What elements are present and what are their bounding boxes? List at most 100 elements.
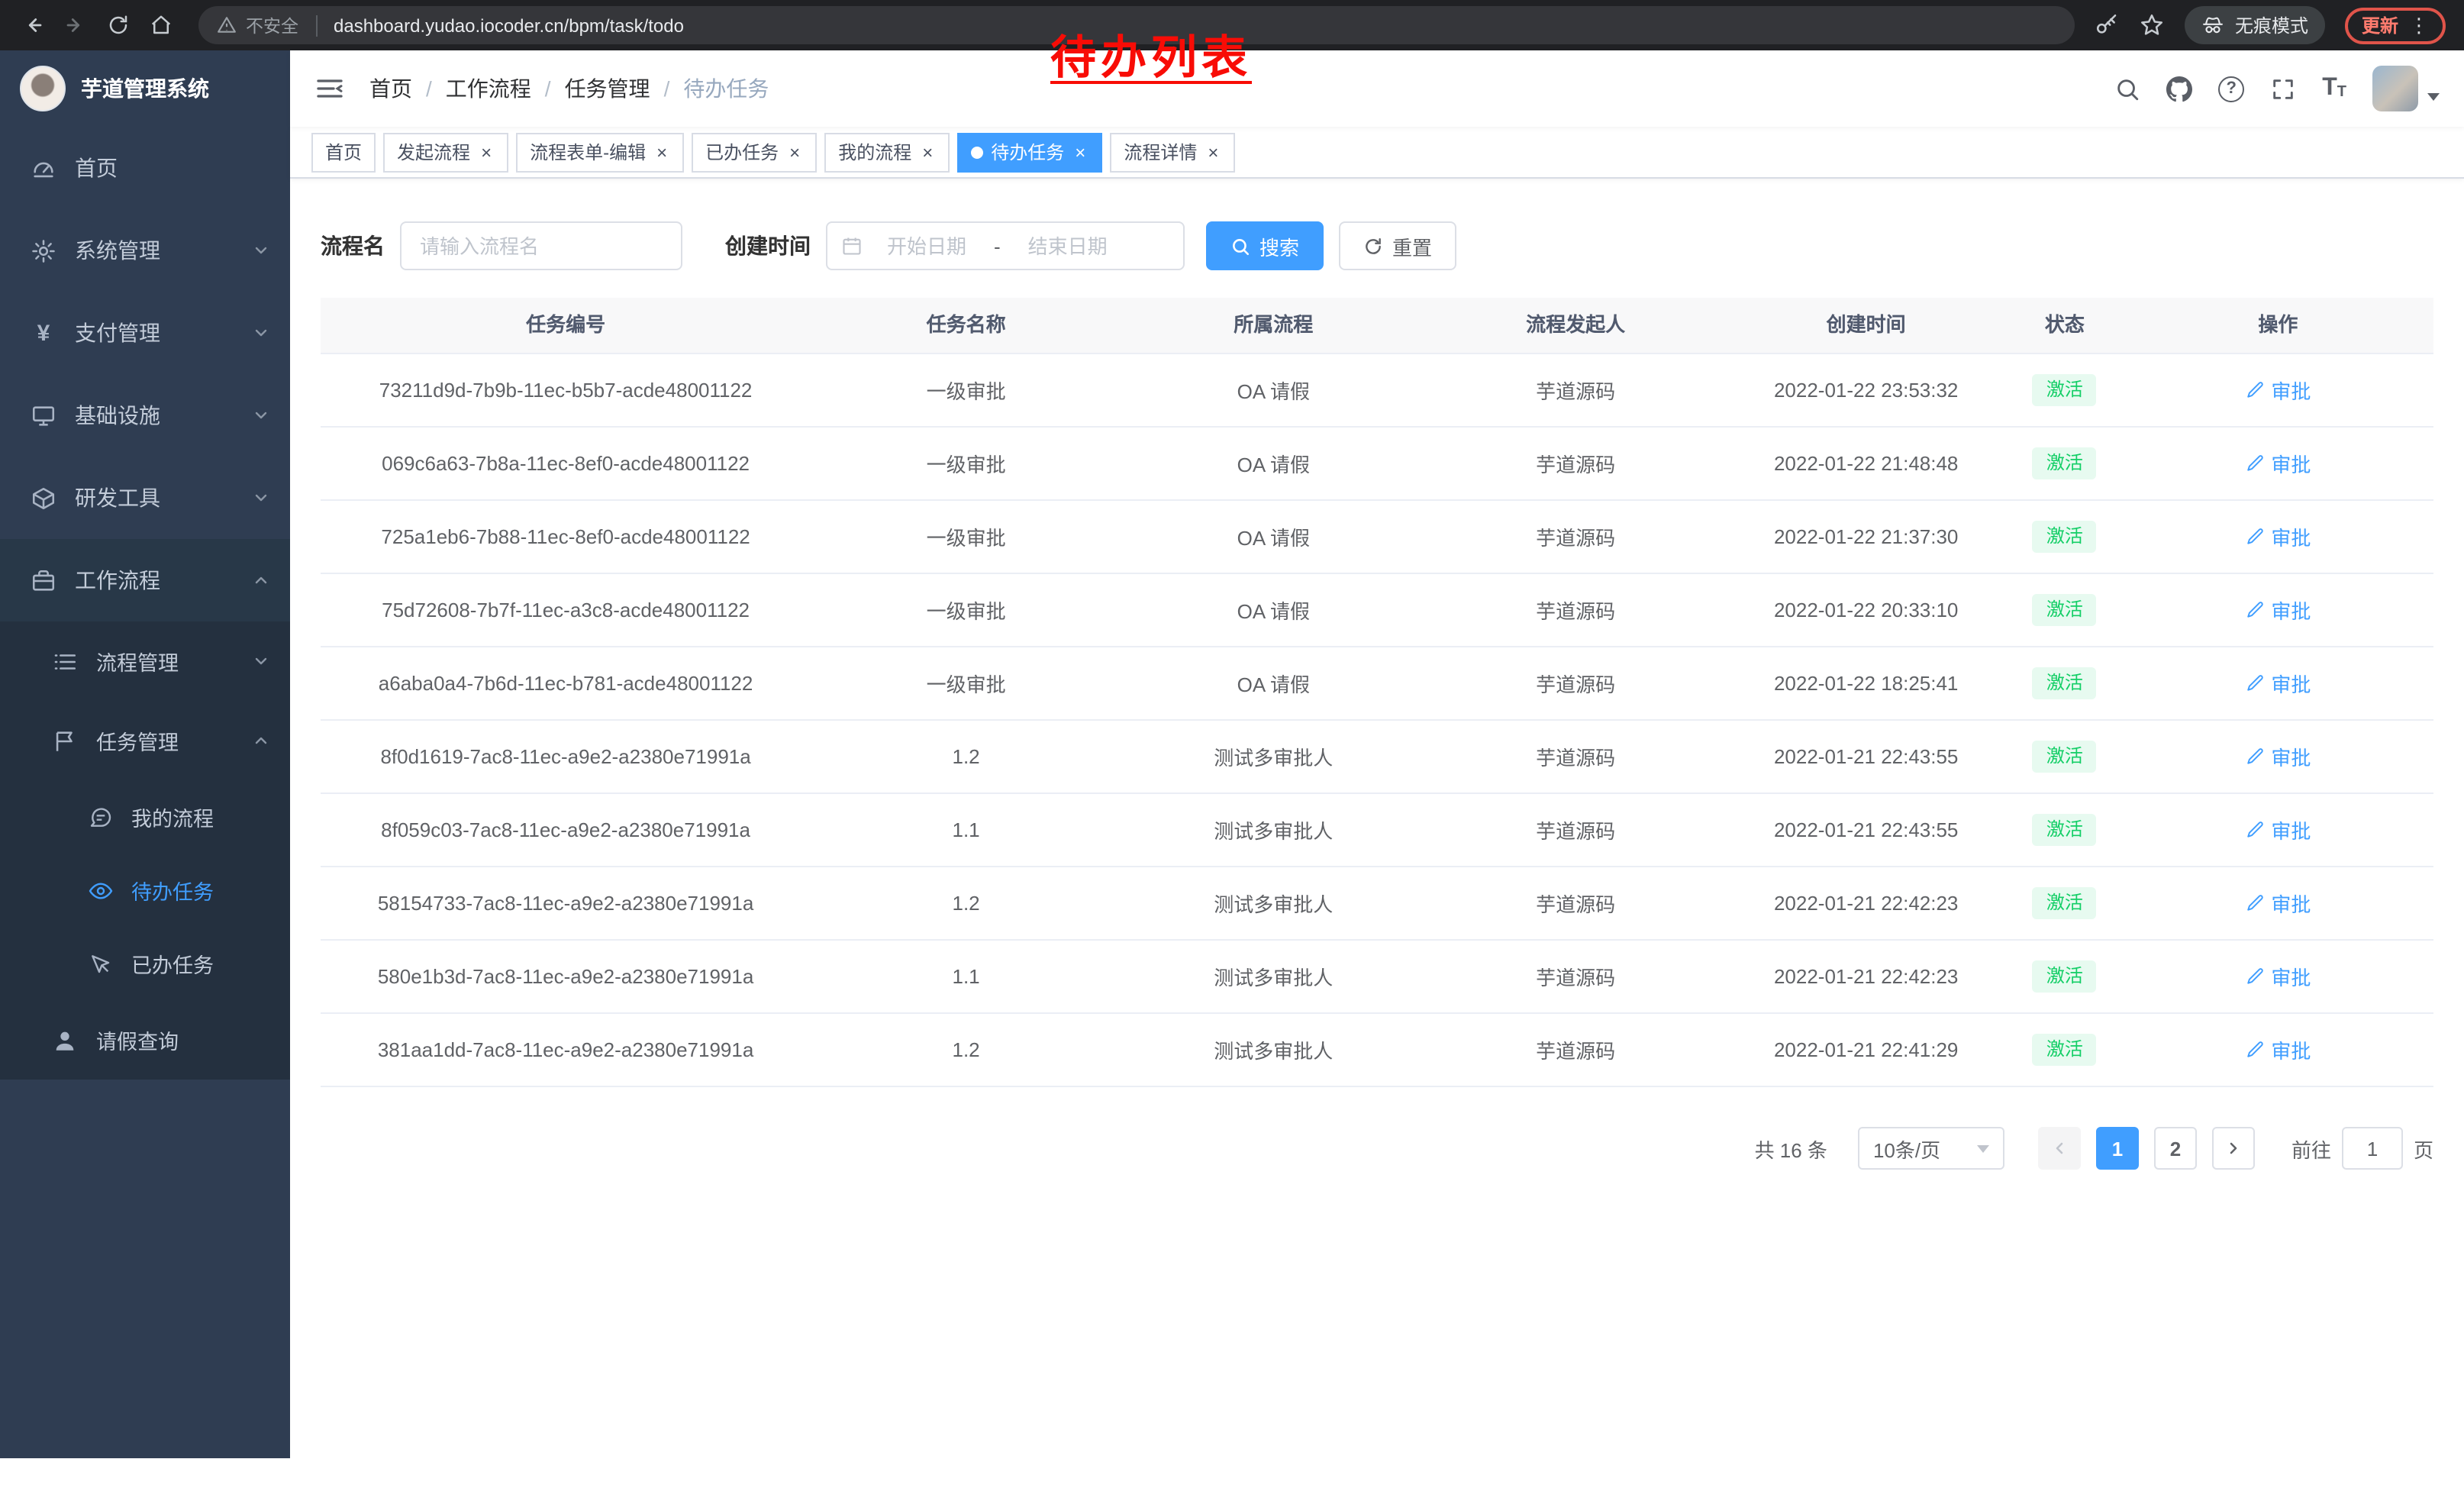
close-icon[interactable]: × xyxy=(478,141,495,163)
tab-my-process[interactable]: 我的流程× xyxy=(824,132,950,172)
cell-task-name: 1.2 xyxy=(811,892,1121,915)
forward-icon[interactable] xyxy=(55,5,95,45)
sidebar-item-workflow[interactable]: 工作流程 xyxy=(0,539,290,621)
fullscreen-icon[interactable] xyxy=(2270,76,2296,102)
home-icon[interactable] xyxy=(140,5,180,45)
eye-icon xyxy=(89,878,113,902)
process-name-input[interactable] xyxy=(400,221,682,270)
approve-link[interactable]: 审批 xyxy=(2245,669,2311,698)
date-range-picker[interactable]: - xyxy=(826,221,1185,270)
sidebar-item-devtools[interactable]: 研发工具 xyxy=(0,457,290,539)
help-icon[interactable]: ? xyxy=(2218,76,2244,102)
edit-pen-icon xyxy=(2245,820,2265,840)
prev-page-button[interactable] xyxy=(2038,1127,2081,1170)
breadcrumb-separator: / xyxy=(426,76,432,101)
sidebar-item-infrastructure[interactable]: 基础设施 xyxy=(0,374,290,457)
cell-task-id: 58154733-7ac8-11ec-a9e2-a2380e71991a xyxy=(321,892,811,915)
sidebar-item-process-management[interactable]: 流程管理 xyxy=(0,621,290,701)
page-button-2[interactable]: 2 xyxy=(2154,1127,2197,1170)
refresh-icon xyxy=(1363,236,1383,256)
breadcrumb-home[interactable]: 首页 xyxy=(369,73,412,104)
sidebar-item-my-process[interactable]: 我的流程 xyxy=(0,780,290,854)
approve-link[interactable]: 审批 xyxy=(2245,1035,2311,1064)
breadcrumb: 首页 / 工作流程 / 任务管理 / 待办任务 xyxy=(369,73,769,104)
chevron-down-icon xyxy=(252,489,270,507)
sidebar-item-todo-tasks[interactable]: 待办任务 xyxy=(0,854,290,927)
user-menu[interactable] xyxy=(2372,66,2440,111)
approve-link[interactable]: 审批 xyxy=(2245,376,2311,405)
sidebar-item-home[interactable]: 首页 xyxy=(0,127,290,209)
cell-actions: 审批 xyxy=(2123,1035,2433,1064)
sidebar-item-leave-query[interactable]: 请假查询 xyxy=(0,1000,290,1080)
table-row: 75d72608-7b7f-11ec-a3c8-acde48001122 一级审… xyxy=(321,574,2433,647)
address-bar[interactable]: 不安全 dashboard.yudao.iocoder.cn/bpm/task/… xyxy=(198,6,2075,44)
table-row: 580e1b3d-7ac8-11ec-a9e2-a2380e71991a 1.1… xyxy=(321,941,2433,1014)
cell-process: 测试多审批人 xyxy=(1121,742,1426,771)
flag-icon xyxy=(52,728,78,754)
close-icon[interactable]: × xyxy=(1072,141,1088,163)
cell-initiator: 芋道源码 xyxy=(1426,376,1726,405)
cell-task-name: 1.2 xyxy=(811,1038,1121,1061)
cell-status: 激活 xyxy=(2007,448,2123,479)
page-jump-input[interactable] xyxy=(2342,1127,2403,1170)
cell-status: 激活 xyxy=(2007,888,2123,919)
password-key-icon[interactable] xyxy=(2093,12,2119,38)
avatar[interactable] xyxy=(2372,66,2418,111)
edit-pen-icon xyxy=(2245,747,2265,767)
tab-home[interactable]: 首页 xyxy=(311,132,376,172)
cell-initiator: 芋道源码 xyxy=(1426,889,1726,918)
back-icon[interactable] xyxy=(12,5,52,45)
breadcrumb-task-management[interactable]: 任务管理 xyxy=(565,73,650,104)
sidebar-item-done-tasks[interactable]: 已办任务 xyxy=(0,927,290,1000)
cell-created-time: 2022-01-22 21:48:48 xyxy=(1726,452,2007,475)
briefcase-icon xyxy=(31,567,56,593)
close-icon[interactable]: × xyxy=(1205,141,1221,163)
sidebar-item-payment[interactable]: ¥ 支付管理 xyxy=(0,292,290,374)
hamburger-icon[interactable] xyxy=(314,73,345,104)
cell-task-name: 一级审批 xyxy=(811,596,1121,625)
start-date-input[interactable] xyxy=(866,234,988,257)
approve-link[interactable]: 审批 xyxy=(2245,742,2311,771)
approve-link[interactable]: 审批 xyxy=(2245,449,2311,478)
sidebar-item-task-management[interactable]: 任务管理 xyxy=(0,701,290,780)
github-icon[interactable] xyxy=(2166,76,2192,102)
reset-button[interactable]: 重置 xyxy=(1339,221,1456,270)
sidebar-item-system[interactable]: 系统管理 xyxy=(0,209,290,292)
screen: 不安全 dashboard.yudao.iocoder.cn/bpm/task/… xyxy=(0,0,2464,1501)
browser-menu-icon[interactable]: ⋮ xyxy=(2409,13,2429,37)
page-button-1[interactable]: 1 xyxy=(2096,1127,2139,1170)
font-size-icon[interactable]: TT xyxy=(2322,76,2346,101)
close-icon[interactable]: × xyxy=(653,141,670,163)
status-badge: 激活 xyxy=(2033,668,2097,699)
search-icon[interactable] xyxy=(2114,76,2140,102)
tab-done-tasks[interactable]: 已办任务× xyxy=(692,132,817,172)
approve-link[interactable]: 审批 xyxy=(2245,962,2311,991)
update-button[interactable]: 更新 ⋮ xyxy=(2345,7,2446,44)
tab-process-form-edit[interactable]: 流程表单-编辑× xyxy=(516,132,684,172)
sidebar-menu: 首页 系统管理 ¥ 支付管理 基础设施 xyxy=(0,127,290,1080)
cell-initiator: 芋道源码 xyxy=(1426,449,1726,478)
sidebar-item-label: 已办任务 xyxy=(131,948,214,979)
sidebar-item-label: 任务管理 xyxy=(96,725,179,756)
approve-link[interactable]: 审批 xyxy=(2245,522,2311,551)
create-time-label: 创建时间 xyxy=(725,231,811,261)
tab-todo-tasks[interactable]: 待办任务× xyxy=(957,132,1102,172)
next-page-button[interactable] xyxy=(2212,1127,2255,1170)
approve-link[interactable]: 审批 xyxy=(2245,889,2311,918)
browser-chrome: 不安全 dashboard.yudao.iocoder.cn/bpm/task/… xyxy=(0,0,2464,50)
tab-process-detail[interactable]: 流程详情× xyxy=(1110,132,1235,172)
approve-link[interactable]: 审批 xyxy=(2245,596,2311,625)
bookmark-star-icon[interactable] xyxy=(2139,12,2165,38)
close-icon[interactable]: × xyxy=(786,141,803,163)
page-size-select[interactable]: 10条/页 xyxy=(1858,1127,2004,1170)
breadcrumb-workflow[interactable]: 工作流程 xyxy=(446,73,531,104)
approve-link[interactable]: 审批 xyxy=(2245,815,2311,844)
omnibox-divider xyxy=(315,15,317,36)
search-button[interactable]: 搜索 xyxy=(1206,221,1324,270)
cell-status: 激活 xyxy=(2007,741,2123,773)
close-icon[interactable]: × xyxy=(919,141,936,163)
end-date-input[interactable] xyxy=(1007,234,1129,257)
tab-initiate-process[interactable]: 发起流程× xyxy=(383,132,508,172)
refresh-icon[interactable] xyxy=(98,5,137,45)
cell-status: 激活 xyxy=(2007,521,2123,553)
